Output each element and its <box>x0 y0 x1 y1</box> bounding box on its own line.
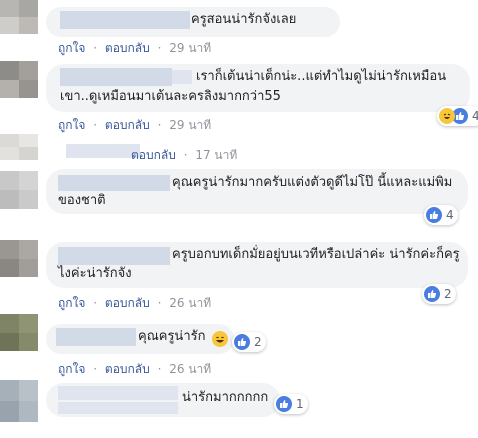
comment-time[interactable]: 29 นาที <box>169 41 211 55</box>
comment-text-line-2: ของชาติ <box>58 193 106 208</box>
reaction-count[interactable]: 4 <box>424 205 458 225</box>
reply-link[interactable]: ตอบกลับ <box>105 118 150 132</box>
comment-actions: ตอบกลับ · 17 นาที <box>131 148 238 162</box>
comment-text-line-2: ไงค่ะน่ารักจัง <box>58 266 132 281</box>
commenter-name[interactable] <box>60 11 190 29</box>
commenter-name[interactable] <box>56 328 136 346</box>
like-link[interactable]: ถูกใจ <box>58 296 85 310</box>
avatar[interactable] <box>0 134 38 160</box>
reaction-count[interactable]: 1 <box>274 394 308 414</box>
comment-text-line-2: เขา..ดูเหมือนมาเต้นละครลิงมากกว่า55 <box>60 89 281 104</box>
commenter-name[interactable] <box>60 68 172 86</box>
like-link[interactable]: ถูกใจ <box>58 118 85 132</box>
reply-link[interactable]: ตอบกลับ <box>105 362 150 376</box>
comment-actions: ถูกใจ · ตอบกลับ · 29 นาที <box>58 41 212 55</box>
like-link[interactable]: ถูกใจ <box>58 362 85 376</box>
avatar[interactable] <box>0 171 38 209</box>
comment-time[interactable]: 26 นาที <box>169 362 211 376</box>
comment-time[interactable]: 26 นาที <box>169 296 211 310</box>
reply-link[interactable]: ตอบกลับ <box>131 148 176 162</box>
like-link[interactable]: ถูกใจ <box>58 41 85 55</box>
comment-text: คุณครูน่ารัก <box>138 329 206 344</box>
avatar[interactable] <box>0 61 38 98</box>
smile-emoji-icon <box>212 331 228 347</box>
reply-link[interactable]: ตอบกลับ <box>105 296 150 310</box>
avatar[interactable] <box>0 0 38 34</box>
comment-text-line-1: ครูบอกบทเด็กมั่ยอยู่บนเวทีหรือเปล่าค่ะ น… <box>172 247 460 262</box>
comment-actions: ถูกใจ · ตอบกลับ · 26 นาที <box>58 296 212 310</box>
like-icon <box>234 334 250 350</box>
reaction-count[interactable]: 4 <box>437 106 478 126</box>
comment-text: ครูสอนน่ารักจังเลย <box>191 12 297 27</box>
comment-text-line-1: คุณครูน่ารักมากครับแต่งตัวดูดีไม่โป๊ นี้… <box>172 175 453 190</box>
haha-emoji-icon <box>439 108 455 124</box>
comment-text-line-1: เราก็เต้นน่าเต็กน่ะ..แต่ทำไมดูไม่น่ารักเ… <box>196 69 447 84</box>
commenter-name[interactable] <box>66 144 140 158</box>
like-icon <box>424 286 440 302</box>
avatar[interactable] <box>0 380 38 422</box>
reaction-count[interactable]: 2 <box>422 284 456 304</box>
like-icon <box>426 207 442 223</box>
comment-text: น่ารักมากกกกก <box>182 390 269 405</box>
reaction-count[interactable]: 2 <box>232 332 266 352</box>
commenter-name[interactable] <box>58 175 170 191</box>
reply-link[interactable]: ตอบกลับ <box>105 41 150 55</box>
avatar[interactable] <box>0 240 38 277</box>
comment-time[interactable]: 17 นาที <box>195 148 237 162</box>
comment-time[interactable]: 29 นาที <box>169 118 211 132</box>
avatar[interactable] <box>0 314 38 351</box>
commenter-name[interactable] <box>58 386 178 400</box>
commenter-name[interactable] <box>58 247 170 265</box>
comment-actions: ถูกใจ · ตอบกลับ · 26 นาที <box>58 362 212 376</box>
like-icon <box>276 396 292 412</box>
comment-actions: ถูกใจ · ตอบกลับ · 29 นาที <box>58 118 212 132</box>
